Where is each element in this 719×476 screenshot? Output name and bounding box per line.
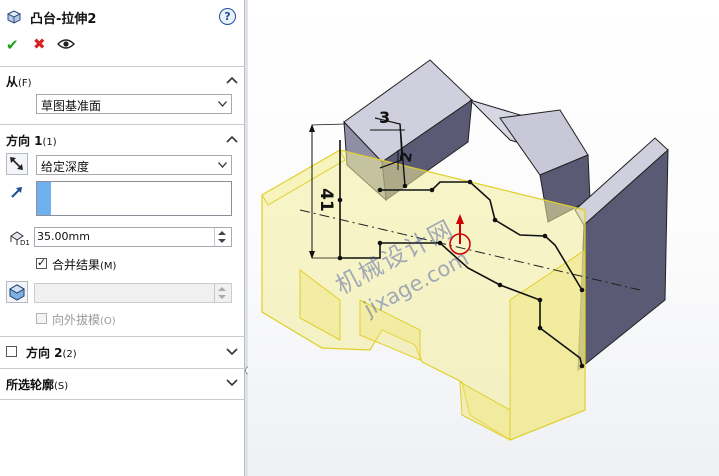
chevron-down-icon[interactable] <box>226 379 238 387</box>
selected-contours-section-title[interactable]: 所选轮廓(S) <box>6 376 68 393</box>
panel-title: 凸台-拉伸2 <box>30 12 97 27</box>
merge-result-text: 合并结果 <box>52 258 101 272</box>
merge-result-label[interactable]: 合并结果(M) <box>52 256 116 273</box>
direction-arrow-icon <box>11 187 22 198</box>
chevron-up-icon[interactable] <box>226 76 238 84</box>
separator <box>0 368 245 369</box>
start-condition-select[interactable]: 草图基准面 <box>36 94 232 114</box>
depth-spinner[interactable] <box>214 228 231 246</box>
help-icon[interactable]: ? <box>219 8 236 25</box>
direction2-label: 方向 2 <box>26 346 63 360</box>
panel-header: 凸台-拉伸2 ? ✔ ✖ <box>0 0 245 60</box>
chevron-down-icon <box>218 101 227 107</box>
depth-icon: D1 <box>10 231 30 246</box>
from-section-shortcut: (F) <box>18 78 32 89</box>
chevron-down-icon <box>218 162 227 168</box>
direction2-section-title[interactable]: 方向 2(2) <box>26 344 77 361</box>
direction-vector-selection-box[interactable] <box>36 181 232 216</box>
direction2-shortcut: (2) <box>62 349 77 360</box>
model-view <box>261 59 669 441</box>
dimension-label-height[interactable]: 41 <box>316 188 336 212</box>
cancel-button[interactable]: ✖ <box>33 35 46 53</box>
selected-contours-shortcut: (S) <box>54 381 69 392</box>
draft-outward-text: 向外拔模 <box>52 313 101 327</box>
ok-button[interactable]: ✔ <box>6 36 19 54</box>
svg-text:D1: D1 <box>20 239 30 246</box>
draft-outward-shortcut: (O) <box>100 316 116 327</box>
end-condition-select[interactable]: 给定深度 <box>36 155 232 175</box>
direction2-checkbox[interactable] <box>6 346 17 357</box>
reverse-direction-icon <box>10 157 23 170</box>
reverse-direction-button[interactable] <box>6 153 28 175</box>
direction1-label: 方向 1 <box>6 134 43 148</box>
direction1-section-title[interactable]: 方向 1(1) <box>6 132 57 149</box>
separator <box>0 399 245 400</box>
from-section-title[interactable]: 从(F) <box>6 73 32 90</box>
draft-icon <box>8 284 26 301</box>
draft-outward-checkbox[interactable] <box>36 313 47 324</box>
selection-active-indicator <box>37 182 51 215</box>
eye-icon[interactable] <box>57 38 75 50</box>
chevron-up-icon[interactable] <box>226 135 238 143</box>
dimension-label-top[interactable]: 3 <box>379 108 390 127</box>
direction1-shortcut: (1) <box>42 137 57 148</box>
depth-input[interactable]: 35.00mm <box>34 227 232 247</box>
separator <box>0 124 245 125</box>
chevron-down-icon[interactable] <box>226 348 238 356</box>
depth-value: 35.00mm <box>37 230 90 243</box>
draft-outward-label[interactable]: 向外拔模(O) <box>52 311 116 328</box>
draft-angle-spinner[interactable] <box>214 284 231 302</box>
separator <box>0 66 245 67</box>
property-manager-panel: 凸台-拉伸2 ? ✔ ✖ 从(F) 草图基准面 方向 1(1) 给定深度 D1 … <box>0 0 245 476</box>
selected-contours-label: 所选轮廓 <box>6 378 55 392</box>
graphics-viewport[interactable]: 3 2 41 机械设计网 jixage.com <box>248 0 719 476</box>
draft-angle-input[interactable] <box>34 283 232 303</box>
from-section-label: 从 <box>6 75 19 89</box>
separator <box>0 336 245 337</box>
merge-result-checkbox[interactable] <box>36 256 47 269</box>
draft-toggle-button[interactable] <box>6 281 28 303</box>
start-condition-value: 草图基准面 <box>41 99 102 113</box>
end-condition-value: 给定深度 <box>41 160 90 174</box>
extrude-boss-icon <box>6 10 22 24</box>
merge-result-shortcut: (M) <box>100 261 117 272</box>
